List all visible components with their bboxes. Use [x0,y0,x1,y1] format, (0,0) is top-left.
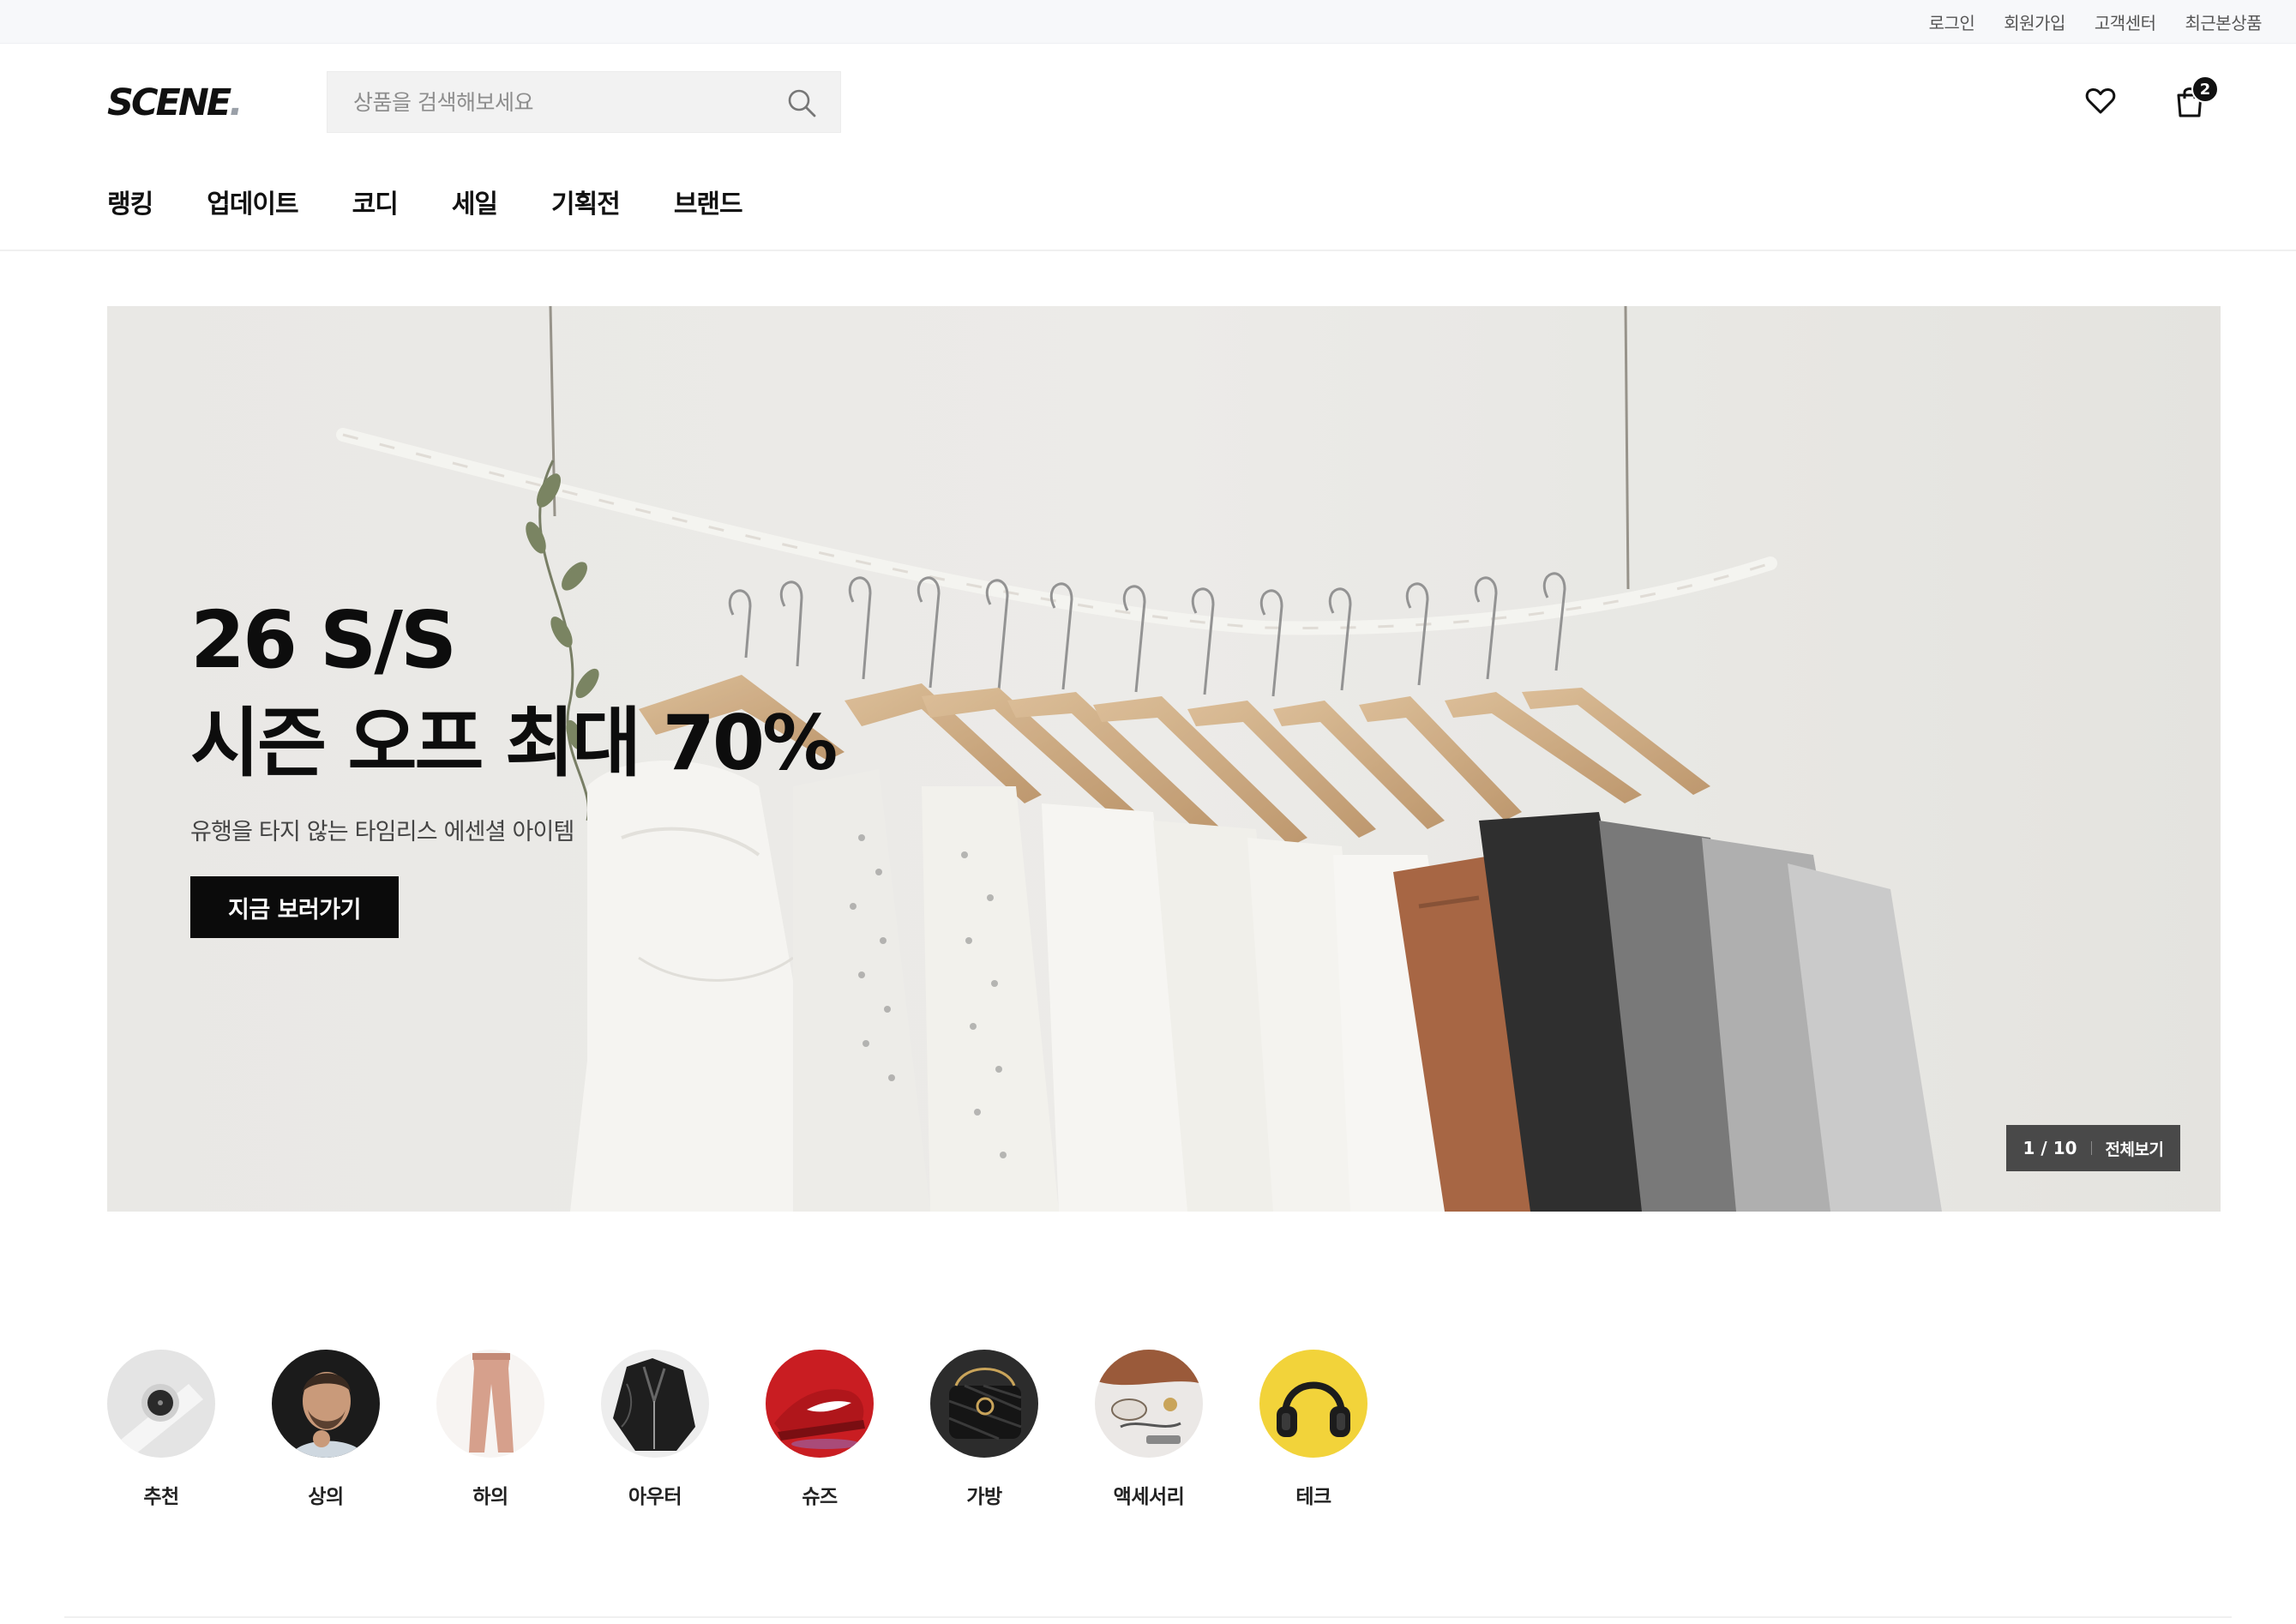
login-link[interactable]: 로그인 [1929,9,1975,34]
smartwatch-icon [107,1350,215,1458]
leather-jacket-icon [601,1350,709,1458]
hero-pager: 1 / 10 전체보기 [2006,1125,2180,1171]
wishlist-heart-icon[interactable] [2083,84,2118,118]
cart-count-badge: 2 [2191,75,2219,103]
category-list: 추천 상의 하의 아우터 슈즈 가방 액세서리 테크 [107,1350,1424,1509]
section-divider [64,1616,2232,1618]
category-bottoms[interactable]: 하의 [436,1350,544,1509]
search-icon[interactable] [785,87,818,119]
category-bags[interactable]: 가방 [930,1350,1038,1509]
category-label: 하의 [472,1486,508,1508]
category-tech[interactable]: 테크 [1259,1350,1367,1509]
site-header: SCENE. 2 랭킹 업데이트 코디 세일 기획전 브랜드 [0,44,2296,251]
signup-link[interactable]: 회원가입 [2004,9,2065,34]
nav-update[interactable]: 업데이트 [207,183,298,220]
customer-center-link[interactable]: 고객센터 [2095,9,2156,34]
main-nav: 랭킹 업데이트 코디 세일 기획전 브랜드 [107,183,796,220]
recently-viewed-link[interactable]: 최근본상품 [2185,9,2263,34]
nav-brand[interactable]: 브랜드 [674,183,743,220]
headphones-icon [1259,1350,1367,1458]
category-label: 아우터 [628,1486,682,1508]
man-portrait-icon [272,1350,380,1458]
search-box [327,71,841,133]
category-label: 테크 [1295,1486,1331,1508]
logo-dot: . [229,81,243,124]
utility-bar: 로그인 회원가입 고객센터 최근본상품 [0,0,2296,44]
category-label: 가방 [966,1486,1002,1508]
hero-cta-button[interactable]: 지금 보러가기 [190,876,399,938]
category-label: 액세서리 [1113,1486,1185,1508]
hero-subtitle: 유행을 타지 않는 타임리스 에센셜 아이템 [190,819,574,845]
category-label: 추천 [143,1486,179,1508]
utility-links: 로그인 회원가입 고객센터 최근본상품 [1929,0,2263,44]
accessories-icon [1095,1350,1203,1458]
hero-banner[interactable]: 26 S/S 시즌 오프 최대 70% 유행을 타지 않는 타임리스 에센셜 아… [107,306,2221,1212]
cart-button[interactable]: 2 [2174,75,2222,125]
category-outer[interactable]: 아우터 [601,1350,709,1509]
logo-text: SCENE [107,81,231,124]
view-all-button[interactable]: 전체보기 [2106,1137,2164,1160]
pager-count: 1 / 10 [2023,1138,2077,1158]
hero-title-line1: 26 S/S [190,594,457,686]
category-tops[interactable]: 상의 [272,1350,380,1509]
category-label: 슈즈 [802,1486,838,1508]
pager-divider [2090,1141,2092,1155]
red-sneaker-icon [766,1350,874,1458]
nav-ranking[interactable]: 랭킹 [107,183,153,220]
nav-exhibition[interactable]: 기획전 [551,183,621,220]
category-accessories[interactable]: 액세서리 [1095,1350,1203,1509]
pants-icon [436,1350,544,1458]
category-recommend[interactable]: 추천 [107,1350,215,1509]
category-shoes[interactable]: 슈즈 [766,1350,874,1509]
logo[interactable]: SCENE. [107,81,243,124]
hero-title-line2: 시즌 오프 최대 70% [190,699,838,787]
black-bag-icon [930,1350,1038,1458]
search-input[interactable] [328,72,773,132]
nav-coordi[interactable]: 코디 [352,183,399,220]
category-label: 상의 [308,1486,344,1508]
hero-title: 26 S/S 시즌 오프 최대 70% [190,589,838,795]
nav-sale[interactable]: 세일 [452,183,498,220]
